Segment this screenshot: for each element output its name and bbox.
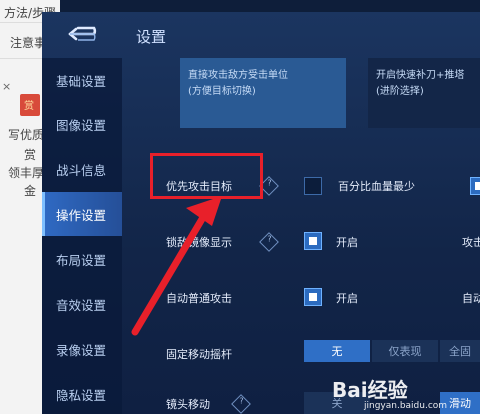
tab-label: 隐私设置 bbox=[56, 387, 107, 403]
tab-label: 图像设置 bbox=[56, 117, 107, 133]
lock-display-row: 锁敌镜像显示 ? 开启 攻击 bbox=[122, 220, 480, 260]
lock-display-option-label: 开启 bbox=[336, 236, 358, 249]
page-title: 设置 bbox=[136, 28, 167, 46]
mode-description-card[interactable]: 直接攻击敌方受击单位 (方便目标切换) bbox=[180, 58, 346, 128]
tab-label: 基础设置 bbox=[56, 73, 107, 89]
description-line: 直接攻击敌方受击单位 bbox=[188, 70, 288, 81]
tab-replay-settings[interactable]: 录像设置 bbox=[42, 327, 122, 371]
tab-basic-settings[interactable]: 基础设置 bbox=[42, 58, 122, 102]
tab-sound-settings[interactable]: 音效设置 bbox=[42, 282, 122, 326]
auto-option-label: 自动 bbox=[462, 292, 480, 305]
tab-layout-settings[interactable]: 布局设置 bbox=[42, 237, 122, 281]
description-line: 开启快速补刀+推塔 bbox=[376, 70, 465, 81]
help-icon[interactable]: ? bbox=[259, 232, 279, 252]
tab-battle-info[interactable]: 战斗信息 bbox=[42, 147, 122, 191]
fixed-joystick-label: 固定移动摇杆 bbox=[166, 348, 232, 361]
camera-move-label: 镜头移动 bbox=[166, 398, 210, 411]
bg-text-note: 注意事 bbox=[10, 36, 47, 50]
auto-attack-label: 自动普通攻击 bbox=[166, 292, 232, 305]
game-settings-window: 设置 基础设置 图像设置 战斗信息 操作设置 布局设置 音效设置 录像设置 隐私… bbox=[42, 12, 480, 414]
description-line: (方便目标切换) bbox=[188, 86, 256, 97]
auto-attack-row: 自动普通攻击 开启 自动 bbox=[122, 276, 480, 316]
joystick-option-fully-fixed[interactable]: 全固 bbox=[440, 340, 480, 362]
tab-label: 录像设置 bbox=[56, 342, 107, 358]
bg-text-write: 写优质 bbox=[8, 128, 45, 142]
watermark-url: jingyan.baidu.com bbox=[364, 401, 448, 411]
settings-content: 直接攻击敌方受击单位 (方便目标切换) 开启快速补刀+推塔 (进阶选择) 优先攻… bbox=[122, 58, 480, 414]
reward-badge-glyph: 赏 bbox=[24, 101, 34, 112]
lock-display-checkbox[interactable] bbox=[304, 232, 322, 250]
auto-attack-checkbox[interactable] bbox=[304, 288, 322, 306]
tab-label: 布局设置 bbox=[56, 252, 107, 268]
mode-description-card[interactable]: 开启快速补刀+推塔 (进阶选择) bbox=[368, 58, 480, 128]
joystick-option-none[interactable]: 无 bbox=[304, 340, 370, 362]
help-glyph: ? bbox=[239, 396, 244, 406]
baidu-jingyan-watermark: Bai经验 jingyan.baidu.com bbox=[332, 374, 480, 414]
settings-sidebar: 基础设置 图像设置 战斗信息 操作设置 布局设置 音效设置 录像设置 隐私设置 bbox=[42, 58, 122, 414]
bg-text-gold: 金 bbox=[24, 184, 37, 198]
tab-privacy-settings[interactable]: 隐私设置 bbox=[42, 372, 122, 414]
highlight-box bbox=[150, 153, 263, 199]
settings-header: 设置 bbox=[42, 12, 480, 58]
attack-option-label: 攻击 bbox=[462, 236, 480, 249]
lowest-hp-checkbox[interactable] bbox=[304, 177, 322, 195]
next-option-checkbox[interactable] bbox=[470, 177, 480, 195]
help-icon[interactable]: ? bbox=[231, 394, 251, 414]
bg-text-reward: 赏 bbox=[24, 148, 37, 162]
back-arrow-icon[interactable] bbox=[64, 26, 102, 42]
fixed-joystick-row: 固定移动摇杆 无 仅表现 全固 bbox=[122, 332, 480, 372]
tab-label: 操作设置 bbox=[56, 207, 107, 223]
help-glyph: ? bbox=[267, 178, 272, 188]
tab-control-settings[interactable]: 操作设置 bbox=[42, 192, 122, 236]
watermark-brand: Bai经验 bbox=[332, 378, 408, 402]
description-line: (进阶选择) bbox=[376, 86, 424, 97]
joystick-option-visual-only[interactable]: 仅表现 bbox=[372, 340, 438, 362]
reward-badge-icon: 赏 bbox=[20, 94, 40, 116]
tab-graphics-settings[interactable]: 图像设置 bbox=[42, 102, 122, 146]
bg-text-claim: 领丰厚 bbox=[8, 166, 45, 180]
auto-attack-option-label: 开启 bbox=[336, 292, 358, 305]
tab-label: 战斗信息 bbox=[56, 162, 107, 178]
lock-display-label: 锁敌镜像显示 bbox=[166, 236, 232, 249]
close-icon[interactable]: × bbox=[2, 80, 11, 93]
tab-label: 音效设置 bbox=[56, 297, 107, 313]
lowest-hp-option-label: 百分比血量最少 bbox=[338, 180, 415, 193]
help-glyph: ? bbox=[267, 234, 272, 244]
